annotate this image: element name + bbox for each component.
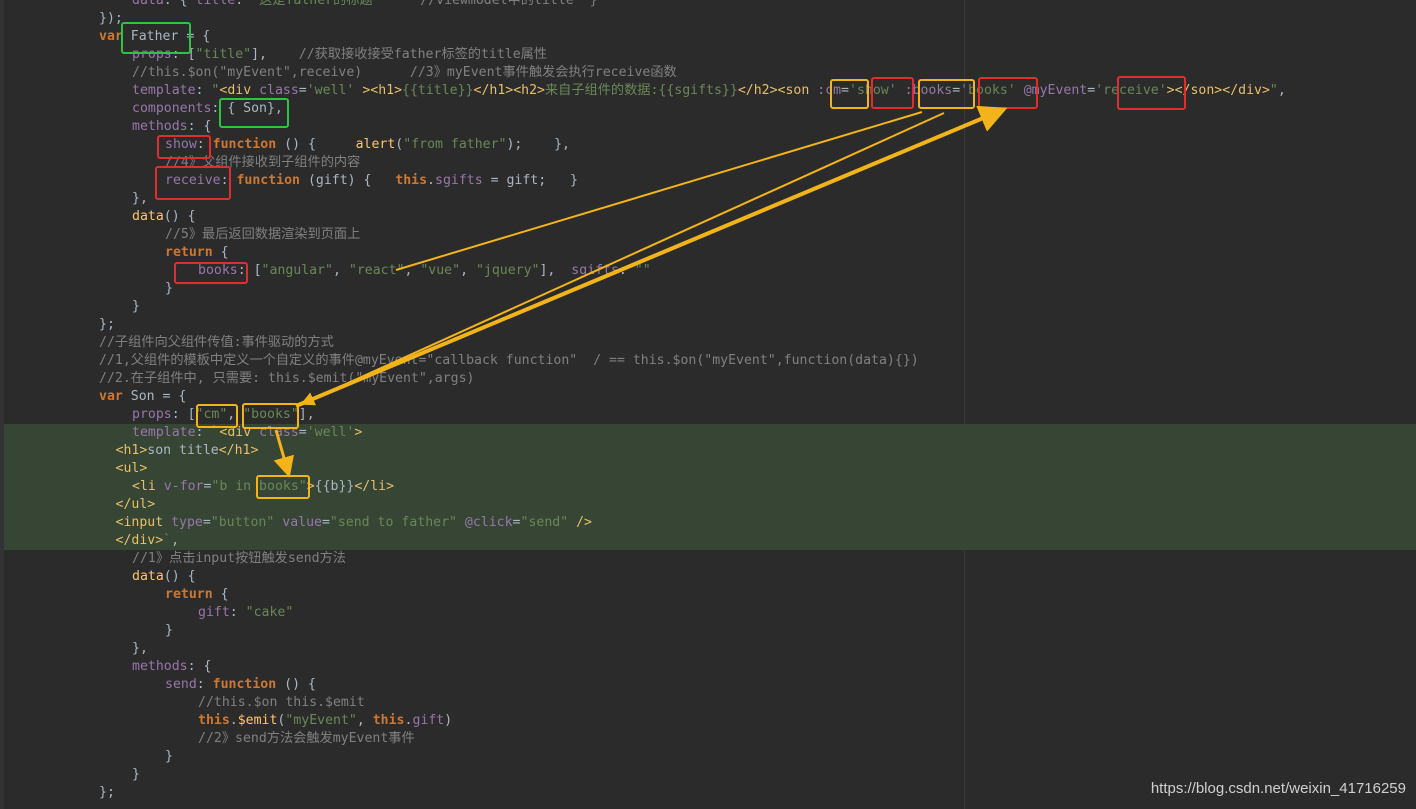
code-editor[interactable]: data: { title: "这是father的标题" //viewmodel… xyxy=(0,0,1416,809)
arrow-books-data-to-template xyxy=(395,111,923,271)
arrow-template-cm-to-son-props xyxy=(300,112,945,406)
annotation-arrows xyxy=(273,105,1008,478)
arrow-props-books-to-v-for xyxy=(273,429,294,478)
watermark-url: https://blog.csdn.net/weixin_41716259 xyxy=(1150,780,1406,797)
arrow-son-props-to-template-books xyxy=(295,105,1008,408)
